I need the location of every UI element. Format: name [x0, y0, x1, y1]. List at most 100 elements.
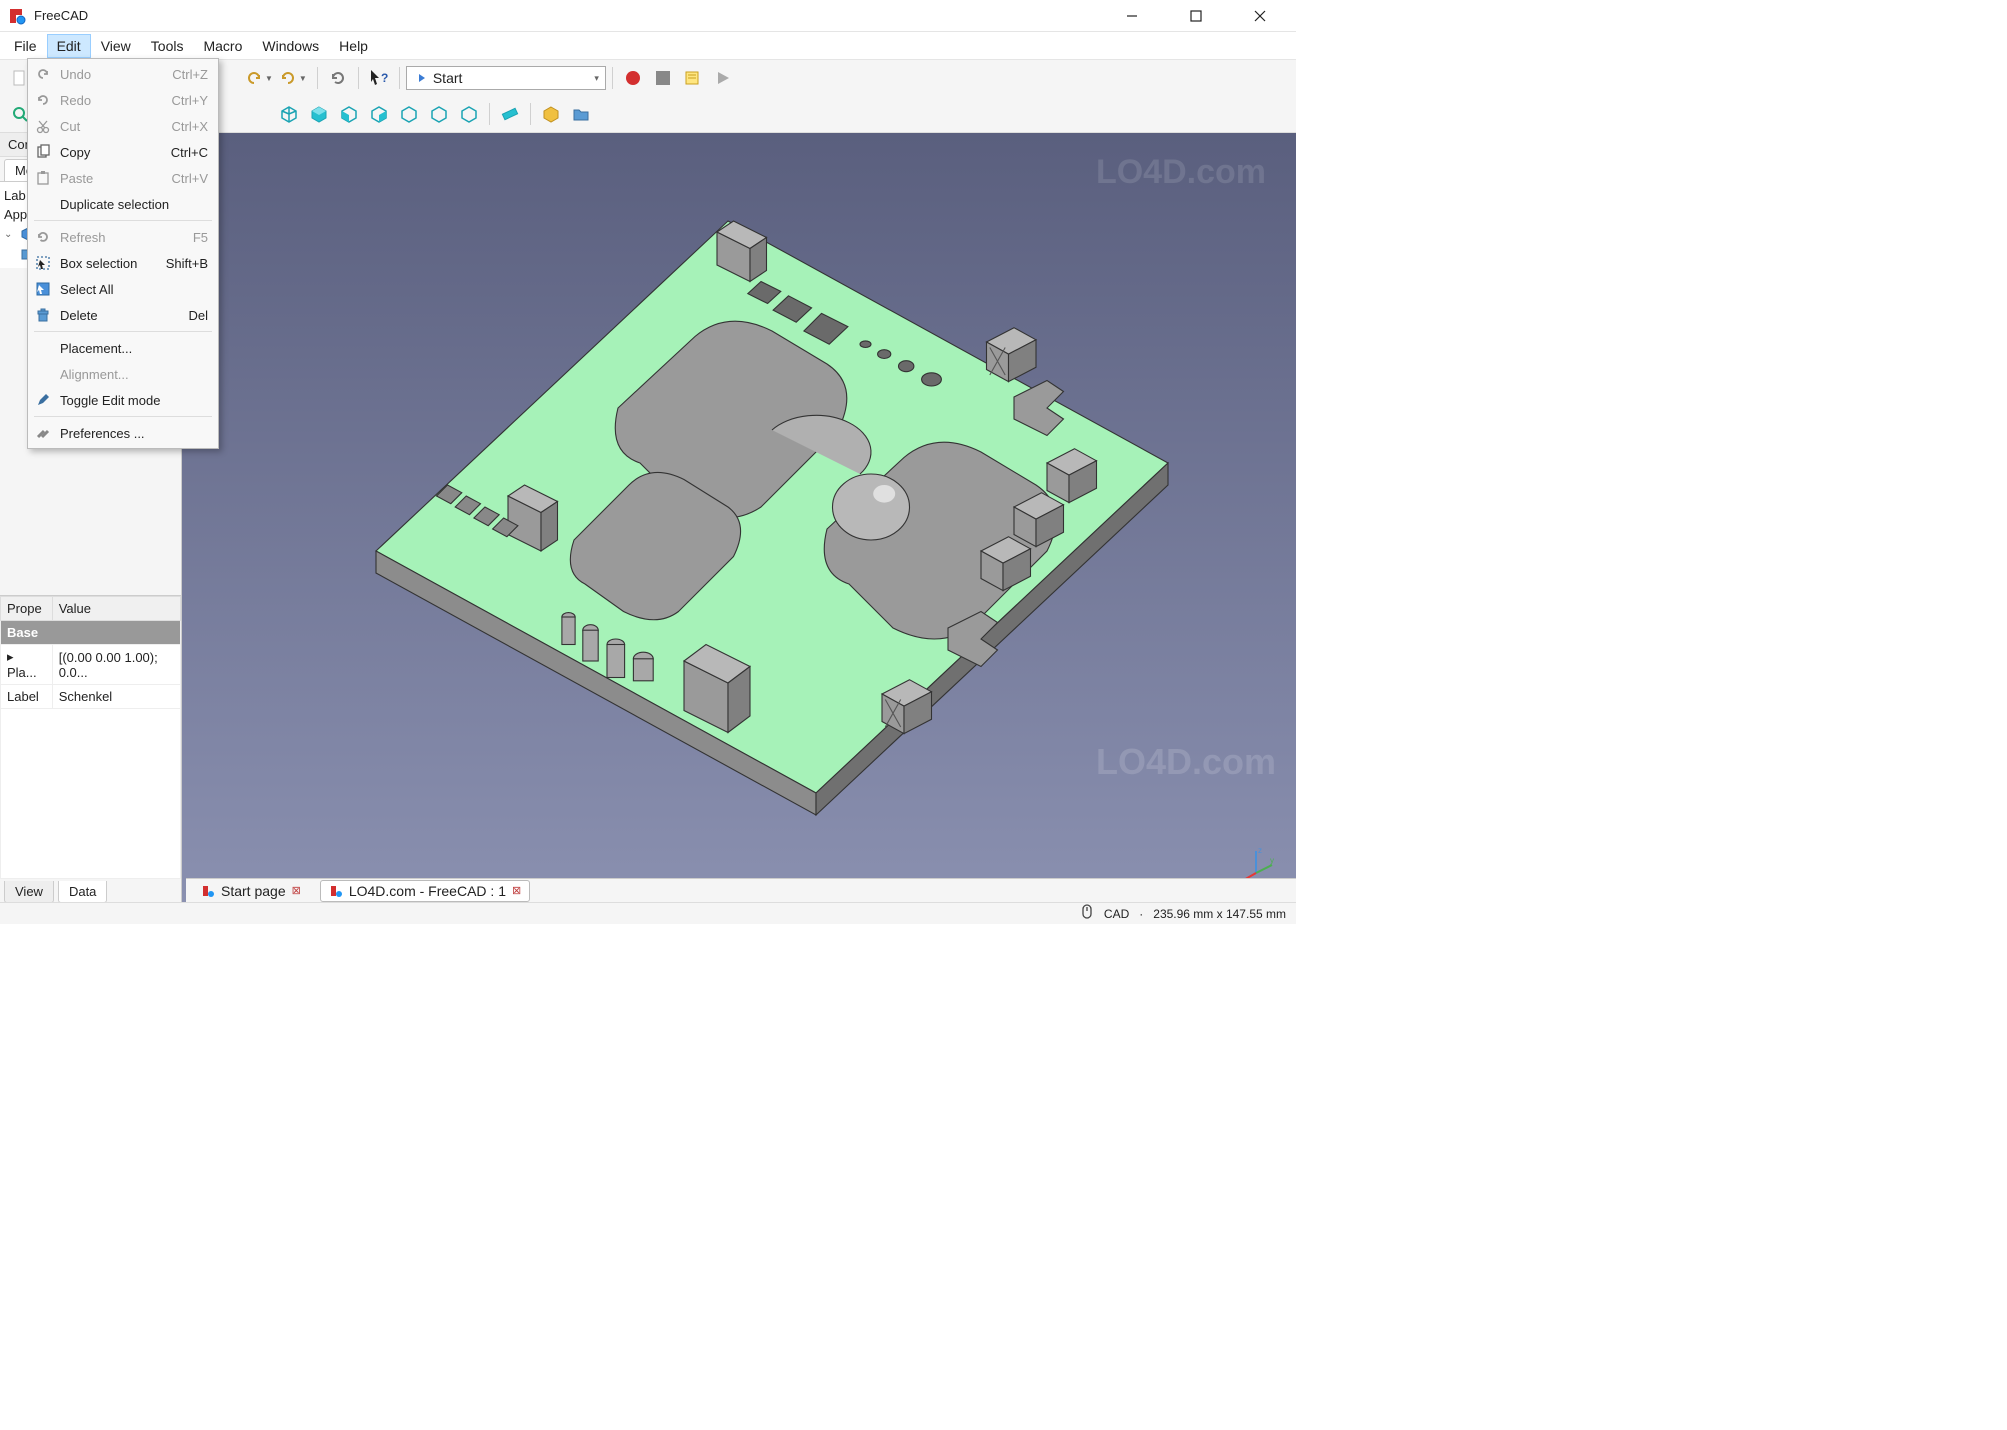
menu-item-box-selection[interactable]: Box selectionShift+B [28, 250, 218, 276]
doc-tab[interactable]: LO4D.com - FreeCAD : 1⊠ [320, 880, 530, 902]
redo-toolbar-button[interactable]: ▼ [279, 69, 311, 87]
menu-item-toggle-edit-mode[interactable]: Toggle Edit mode [28, 387, 218, 413]
prop-row-value[interactable]: Schenkel [52, 685, 180, 709]
menu-item-label: Preferences ... [60, 426, 200, 441]
doc-tab[interactable]: Start page⊠ [192, 880, 310, 902]
status-separator: · [1139, 907, 1143, 921]
undo-toolbar-button[interactable]: ▼ [245, 69, 277, 87]
prop-tab-view[interactable]: View [4, 881, 54, 903]
redo-icon [34, 92, 52, 108]
view-left-button[interactable] [455, 100, 483, 128]
maximize-button[interactable] [1176, 2, 1216, 30]
prop-row-name[interactable]: ▸ Pla... [1, 645, 53, 685]
3d-viewport[interactable]: LO4D.com LO4D.com z y x [182, 133, 1296, 903]
menu-item-delete[interactable]: Delete Del [28, 302, 218, 328]
prop-row-name[interactable]: Label [1, 685, 53, 709]
menu-item-copy[interactable]: CopyCtrl+C [28, 139, 218, 165]
menu-item-shortcut: Shift+B [166, 256, 208, 271]
edit-macro-button[interactable] [679, 64, 707, 92]
menu-item-select-all[interactable]: Select All [28, 276, 218, 302]
menu-item-placement-[interactable]: Placement... [28, 335, 218, 361]
view-rear-button[interactable] [395, 100, 423, 128]
prop-header-value: Value [52, 597, 180, 621]
record-macro-button[interactable] [619, 64, 647, 92]
menu-item-duplicate-selection[interactable]: Duplicate selection [28, 191, 218, 217]
workbench-label: Start [433, 70, 463, 86]
tree-expander[interactable]: ⌄ [4, 229, 16, 240]
app-icon [8, 7, 26, 25]
prefs-icon [34, 425, 52, 441]
menu-macro[interactable]: Macro [193, 34, 252, 58]
svg-text:z: z [1258, 846, 1262, 855]
svg-text:?: ? [381, 71, 388, 85]
menu-item-refresh: Refresh F5 [28, 224, 218, 250]
prop-group-base: Base [1, 621, 181, 645]
prop-tab-data[interactable]: Data [58, 881, 107, 903]
status-coords: 235.96 mm x 147.55 mm [1153, 907, 1286, 921]
menu-tools[interactable]: Tools [141, 34, 194, 58]
minimize-button[interactable] [1112, 2, 1152, 30]
document-tabs: Start page⊠ LO4D.com - FreeCAD : 1⊠ [186, 878, 1296, 902]
paste-icon [34, 170, 52, 186]
menu-item-cut: Cut Ctrl+X [28, 113, 218, 139]
menu-item-shortcut: F5 [193, 230, 208, 245]
workbench-selector[interactable]: Start ▾ [406, 66, 606, 90]
menu-item-label: Placement... [60, 341, 200, 356]
view-iso-button[interactable] [275, 100, 303, 128]
menu-item-shortcut: Ctrl+Z [172, 67, 208, 82]
delete-icon [34, 307, 52, 323]
stop-macro-button[interactable] [649, 64, 677, 92]
blank-icon [34, 340, 52, 356]
menu-windows[interactable]: Windows [252, 34, 329, 58]
selectall-icon [34, 281, 52, 297]
close-icon[interactable]: ⊠ [512, 884, 521, 897]
cut-icon [34, 118, 52, 134]
menu-edit[interactable]: Edit [47, 34, 91, 58]
menu-view[interactable]: View [91, 34, 141, 58]
whats-this-button[interactable]: ? [365, 64, 393, 92]
menu-item-shortcut: Ctrl+X [172, 119, 208, 134]
view-front-button[interactable] [305, 100, 333, 128]
view-top-button[interactable] [335, 100, 363, 128]
menu-file[interactable]: File [4, 34, 47, 58]
menu-item-label: Toggle Edit mode [60, 393, 200, 408]
svg-text:y: y [1270, 856, 1274, 865]
close-icon[interactable]: ⊠ [292, 884, 301, 897]
menu-item-alignment-: Alignment... [28, 361, 218, 387]
undo-icon [34, 66, 52, 82]
window-title: FreeCAD [34, 8, 1112, 23]
tree-label: Lab [4, 188, 26, 203]
statusbar: CAD · 235.96 mm x 147.55 mm [0, 902, 1296, 924]
menu-item-label: Undo [60, 67, 164, 82]
menu-item-label: Cut [60, 119, 164, 134]
menu-item-label: Alignment... [60, 367, 200, 382]
refresh-toolbar-button[interactable] [324, 64, 352, 92]
menu-item-shortcut: Ctrl+C [171, 145, 208, 160]
editmode-icon [34, 392, 52, 408]
measure-button[interactable] [496, 100, 524, 128]
menu-item-shortcut: Del [188, 308, 208, 323]
watermark: LO4D.com [1096, 153, 1266, 192]
menu-item-redo: RedoCtrl+Y [28, 87, 218, 113]
run-macro-button[interactable] [709, 64, 737, 92]
menu-item-preferences-[interactable]: Preferences ... [28, 420, 218, 446]
menu-item-label: Refresh [60, 230, 185, 245]
prop-header-name: Prope [1, 597, 53, 621]
close-button[interactable] [1240, 2, 1280, 30]
prop-row-value[interactable]: [(0.00 0.00 1.00); 0.0... [52, 645, 180, 685]
menu-item-label: Duplicate selection [60, 197, 200, 212]
axis-gizmo[interactable]: z y x [1236, 843, 1276, 883]
watermark: LO4D.com [1096, 741, 1276, 783]
part-button[interactable] [537, 100, 565, 128]
menu-item-undo: Undo Ctrl+Z [28, 61, 218, 87]
menu-help[interactable]: Help [329, 34, 378, 58]
nav-mode-label[interactable]: CAD [1104, 907, 1129, 921]
nav-mode-icon [1080, 904, 1094, 923]
view-right-button[interactable] [365, 100, 393, 128]
menu-item-label: Delete [60, 308, 180, 323]
menu-item-shortcut: Ctrl+V [172, 171, 208, 186]
view-bottom-button[interactable] [425, 100, 453, 128]
folder-button[interactable] [567, 100, 595, 128]
titlebar: FreeCAD [0, 0, 1296, 32]
blank-icon [34, 366, 52, 382]
